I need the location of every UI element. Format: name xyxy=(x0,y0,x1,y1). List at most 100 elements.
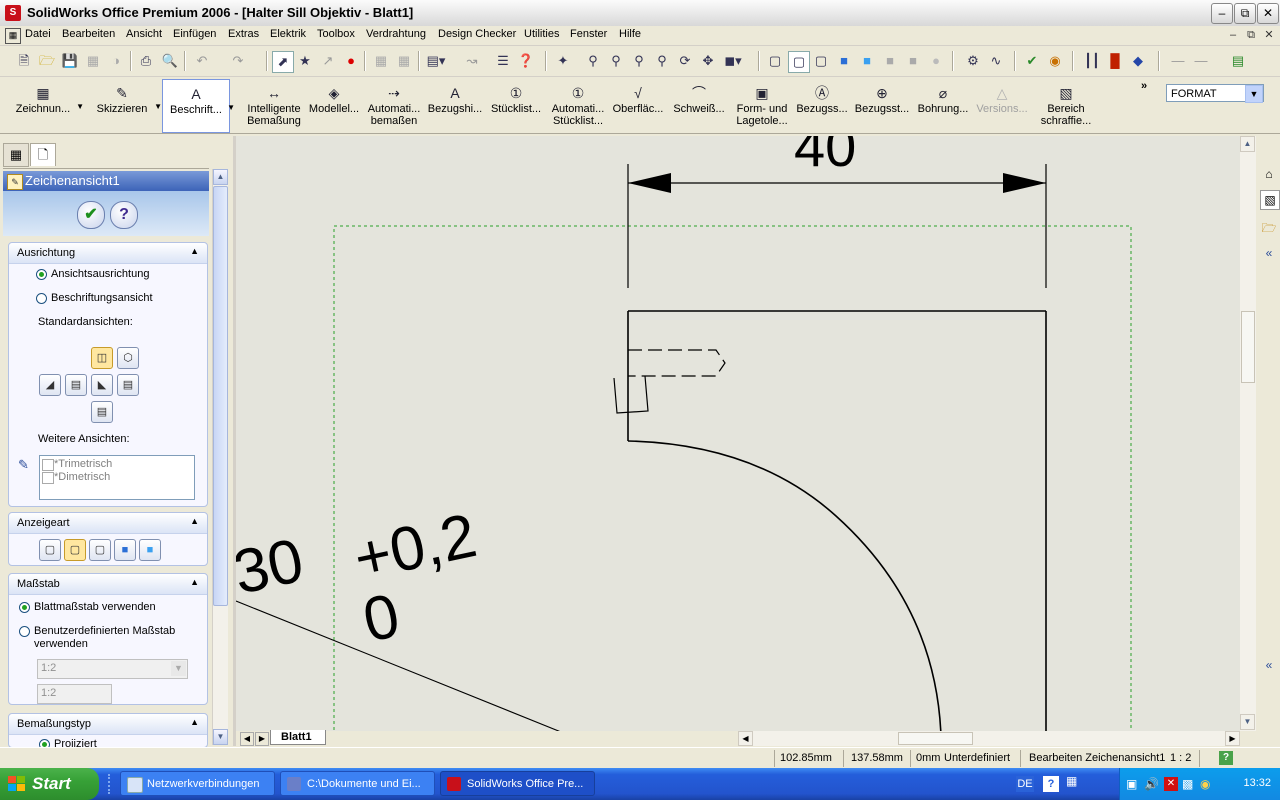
cmd-auto-balloon-button[interactable]: ① Automati... Stücklist... xyxy=(548,79,608,131)
collapse-icon[interactable]: ▲ xyxy=(190,516,199,526)
scroll-down-icon[interactable]: ▼ xyxy=(213,729,228,745)
task-pane-icon[interactable]: ▤ xyxy=(1228,51,1248,71)
shaded-edges-icon[interactable]: ■ xyxy=(834,51,854,71)
format-select[interactable]: FORMAT ▼ xyxy=(1166,84,1264,103)
sheet-scale-radio[interactable] xyxy=(19,602,30,613)
more-views-list[interactable]: *Trimetrisch *Dimetrisch xyxy=(39,455,195,500)
view-orientation-icon[interactable]: ◼▾ xyxy=(723,51,743,71)
help-icon[interactable]: ? xyxy=(1219,751,1233,765)
menu-bearbeiten[interactable]: Bearbeiten xyxy=(62,28,115,40)
select-filter-icon[interactable]: ★ xyxy=(295,51,315,71)
scroll-right-icon[interactable]: ▶ xyxy=(1225,731,1240,746)
zoom-in-out-icon[interactable]: ⚲ xyxy=(629,51,649,71)
dropdown-arrow-icon[interactable]: ▼ xyxy=(154,101,162,113)
print-setup-icon[interactable]: ▦ xyxy=(83,51,103,71)
menu-hilfe[interactable]: Hilfe xyxy=(619,28,641,40)
minimize-button[interactable]: – xyxy=(1211,3,1233,24)
menu-verdrahtung[interactable]: Verdrahtung xyxy=(366,28,426,40)
bottom-view-icon[interactable]: ▤ xyxy=(91,401,113,423)
chevron-down-icon[interactable]: ▼ xyxy=(1245,85,1263,103)
display-style-header[interactable]: Anzeigeart ▲ xyxy=(9,513,207,534)
check-active-doc-icon[interactable]: ◉ xyxy=(1045,51,1065,71)
ok-button[interactable]: ✔ xyxy=(77,201,105,229)
menu-extras[interactable]: Extras xyxy=(228,28,259,40)
layer-icon[interactable]: ▤▾ xyxy=(426,51,446,71)
link-icon[interactable]: — xyxy=(1191,51,1211,71)
prev-sheet-icon[interactable]: ◀ xyxy=(240,732,254,746)
canvas-hscrollbar[interactable]: ◀ ▶ xyxy=(738,731,1240,746)
mdi-minimize-button[interactable]: – xyxy=(1226,28,1240,42)
document-icon[interactable]: ▦ xyxy=(5,28,21,44)
design-library-icon[interactable]: ▧ xyxy=(1260,190,1280,210)
shaded-icon[interactable]: ■ xyxy=(139,539,161,561)
publish-icon[interactable]: ◑ xyxy=(106,51,126,71)
tolerance-lower-text[interactable]: 0 xyxy=(357,581,405,656)
mdi-close-button[interactable]: ✕ xyxy=(1262,28,1276,42)
tolerance-upper-text[interactable]: +0,2 xyxy=(348,501,482,594)
help-icon[interactable]: ❓ xyxy=(516,51,536,71)
zoom-selection-icon[interactable]: ⚲ xyxy=(652,51,672,71)
scroll-up-icon[interactable]: ▲ xyxy=(213,169,228,185)
scroll-thumb[interactable] xyxy=(1241,311,1255,383)
help-icon[interactable]: ? xyxy=(1043,776,1059,792)
cmd-auto-dimension-button[interactable]: ⇢ Automati... bemaßen xyxy=(364,79,424,131)
menu-ansicht[interactable]: Ansicht xyxy=(126,28,162,40)
new-icon[interactable]: 🗎 xyxy=(14,51,34,71)
scale-input[interactable]: 1:2 xyxy=(37,684,112,704)
print-icon[interactable]: ⎙ xyxy=(136,51,156,71)
pin-icon[interactable]: — xyxy=(1168,51,1188,71)
top-view-icon[interactable]: ▤ xyxy=(65,374,87,396)
dropdown-arrow-icon[interactable]: ▼ xyxy=(76,101,84,113)
annotation-view-radio[interactable] xyxy=(36,293,47,304)
expand-left-icon[interactable]: « xyxy=(1260,656,1278,674)
cable-icon[interactable]: ┃┃ xyxy=(1082,51,1102,71)
left-view-icon[interactable]: ◢ xyxy=(39,374,61,396)
measure-icon[interactable]: ↝ xyxy=(462,51,482,71)
language-options-icon[interactable]: ▦ xyxy=(1066,774,1077,788)
front-view-icon[interactable]: ◫ xyxy=(91,347,113,369)
realview-icon[interactable]: ● xyxy=(926,51,946,71)
task-solidworks[interactable]: SolidWorks Office Pre... xyxy=(440,771,595,796)
menu-einfuegen[interactable]: Einfügen xyxy=(173,28,216,40)
redo-icon[interactable]: ↷ xyxy=(228,51,248,71)
dimension-30-text[interactable]: 30 xyxy=(236,526,309,608)
rotate-view-icon[interactable]: ⟳ xyxy=(675,51,695,71)
scale-header[interactable]: Maßstab ▲ xyxy=(9,574,207,595)
options-icon[interactable]: ▦ xyxy=(371,51,391,71)
shaded-edges-icon[interactable]: ■ xyxy=(114,539,136,561)
canvas-vscrollbar[interactable]: ▲ ▼ xyxy=(1240,136,1256,731)
cmd-datum-feature-button[interactable]: Ⓐ Bezugss... xyxy=(794,79,850,131)
cmd-drawing-button[interactable]: ▦ Zeichnun... ▼ xyxy=(8,79,84,131)
list-icon[interactable]: ☰ xyxy=(493,51,513,71)
trimetric-checkbox[interactable] xyxy=(42,459,54,471)
custom-scale-radio[interactable] xyxy=(19,626,30,637)
print-preview-icon[interactable]: 🔍 xyxy=(160,51,180,71)
zoom-to-fit-icon[interactable]: ⚲ xyxy=(583,51,603,71)
property-manager-tab[interactable]: 🗋 xyxy=(30,143,56,166)
cmd-note-button[interactable]: A Bezugshi... xyxy=(426,79,484,131)
cmd-surface-finish-button[interactable]: √ Oberfläc... xyxy=(609,79,667,131)
dimension-type-header[interactable]: Bemaßungstyp ▲ xyxy=(9,714,207,735)
design-checker-icon[interactable]: ✔ xyxy=(1022,51,1042,71)
save-icon[interactable]: 💾 xyxy=(60,51,80,71)
wireframe-icon[interactable]: ▢ xyxy=(765,51,785,71)
tray-security-icon[interactable]: ◉ xyxy=(1200,777,1210,791)
scroll-up-icon[interactable]: ▲ xyxy=(1240,136,1255,152)
properties-icon[interactable]: ▦ xyxy=(394,51,414,71)
orientation-header[interactable]: Ausrichtung ▲ xyxy=(9,243,207,264)
hidden-lines-visible-icon[interactable]: ▢ xyxy=(64,539,86,561)
view-orientation-radio[interactable] xyxy=(36,269,47,280)
cmd-hole-callout-button[interactable]: ⌀ Bohrung... xyxy=(914,79,972,131)
tray-device-icon[interactable]: ▩ xyxy=(1182,777,1193,791)
scroll-left-icon[interactable]: ◀ xyxy=(738,731,753,746)
sheet-tab[interactable]: Blatt1 xyxy=(270,730,326,745)
tray-acrobat-icon[interactable]: ✕ xyxy=(1164,777,1178,791)
undo-icon[interactable]: ↶ xyxy=(192,51,212,71)
section-view-icon[interactable]: ■ xyxy=(903,51,923,71)
start-button[interactable]: Start xyxy=(0,768,99,800)
task-netzwerk[interactable]: Netzwerkverbindungen xyxy=(120,771,275,796)
shaded-icon[interactable]: ■ xyxy=(857,51,877,71)
feature-manager-tab[interactable]: ▦ xyxy=(3,143,29,167)
cmd-model-items-button[interactable]: ◈ Modellel... xyxy=(305,79,363,131)
cmd-balloon-button[interactable]: ① Stücklist... xyxy=(487,79,545,131)
